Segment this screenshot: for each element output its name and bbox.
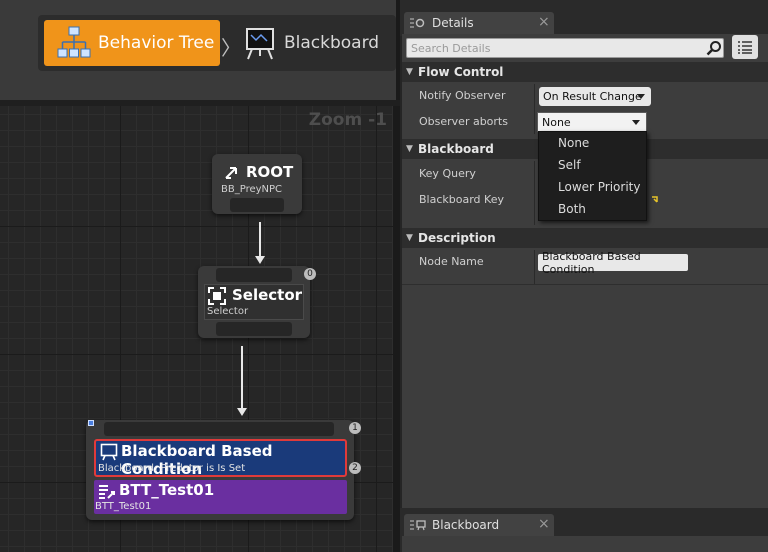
selector-node[interactable]: Selector Selector 0	[198, 266, 316, 338]
root-node[interactable]: ROOT BB_PreyNPC	[212, 154, 302, 214]
category-description-label: Description	[418, 231, 496, 245]
blackboard-key-label: Blackboard Key	[419, 193, 504, 206]
category-flow-control-label: Flow Control	[418, 65, 504, 79]
wire-arrow	[255, 256, 265, 264]
collapse-arrow-icon: ▼	[406, 233, 413, 243]
selector-input-pin[interactable]	[216, 268, 292, 282]
column-divider[interactable]	[534, 250, 535, 284]
node-name-label: Node Name	[419, 255, 484, 268]
selector-output-pin[interactable]	[216, 322, 292, 336]
task-node-container[interactable]: 1 Blackboard Based Condition Blackboard:…	[86, 420, 361, 520]
decorator-marker-icon	[88, 420, 94, 426]
selector-to-sequence-wire	[241, 346, 243, 408]
collapse-arrow-icon: ▼	[406, 144, 413, 154]
behavior-tree-graph[interactable]: Zoom -1 ROOT BB_PreyNPC Selector Selecto…	[0, 106, 393, 552]
blackboard-mode-label: Blackboard	[284, 33, 380, 53]
notify-observer-combo[interactable]: On Result Change	[539, 87, 651, 106]
behavior-tree-icon	[57, 26, 91, 58]
behavior-tree-mode-button[interactable]: Behavior Tree	[44, 20, 220, 66]
task-title: BTT_Test01	[119, 481, 215, 499]
category-description[interactable]: ▼ Description	[402, 228, 768, 248]
blackboard-tab[interactable]: Blackboard	[404, 514, 554, 536]
node-name-value: Blackboard Based Condition	[542, 249, 641, 276]
category-blackboard-label: Blackboard	[418, 142, 494, 156]
reset-to-default-icon[interactable]	[650, 195, 660, 205]
collapse-arrow-icon: ▼	[406, 67, 413, 77]
root-title: ROOT	[246, 163, 294, 181]
selector-title: Selector	[232, 286, 303, 304]
menu-item-none[interactable]: None	[558, 136, 589, 150]
details-close-icon[interactable]: ×	[538, 14, 550, 30]
search-icon[interactable]	[706, 40, 722, 56]
blackboard-grip-icon	[410, 520, 426, 531]
menu-item-lower-priority[interactable]: Lower Priority	[558, 180, 640, 194]
observer-aborts-value: None	[542, 115, 571, 129]
root-subtitle: BB_PreyNPC	[221, 184, 283, 195]
notify-observer-label: Notify Observer	[419, 89, 506, 102]
zoom-level: Zoom -1	[308, 110, 387, 130]
panel-splitter[interactable]	[393, 106, 400, 552]
blackboard-tab-label: Blackboard	[432, 518, 500, 532]
selector-icon	[208, 287, 226, 305]
task-subtitle: BTT_Test01	[95, 501, 152, 512]
task-btt-test01[interactable]: BTT_Test01 BTT_Test01	[94, 480, 347, 514]
selector-index-badge: 0	[304, 268, 316, 280]
column-divider[interactable]	[534, 161, 535, 225]
menu-item-self[interactable]: Self	[558, 158, 581, 172]
blackboard-icon	[246, 28, 274, 60]
task-input-pin[interactable]	[104, 422, 334, 436]
view-options-button[interactable]	[732, 35, 758, 59]
dropdown-arrow-icon	[632, 120, 640, 125]
key-query-label: Key Query	[419, 167, 476, 180]
description-row-separator	[402, 284, 768, 285]
root-icon	[225, 167, 237, 179]
dropdown-arrow-icon	[637, 94, 645, 99]
notify-observer-value: On Result Change	[543, 90, 642, 103]
menu-item-both[interactable]: Both	[558, 202, 586, 216]
observer-aborts-menu: None Self Lower Priority Both	[538, 131, 647, 221]
behavior-tree-mode-label: Behavior Tree	[98, 33, 215, 53]
root-output-pin[interactable]	[230, 198, 284, 212]
wire-arrow	[237, 408, 247, 416]
root-to-selector-wire	[259, 222, 261, 256]
chevron-right-icon: 〉	[221, 36, 241, 60]
sequence-index-badge: 1	[349, 422, 361, 434]
observer-aborts-label: Observer aborts	[419, 115, 508, 128]
blackboard-condition-icon	[100, 443, 118, 461]
condition-subtitle: Blackboard: Predator is Is Set	[98, 463, 246, 474]
task-icon	[99, 485, 115, 499]
column-divider[interactable]	[534, 84, 535, 134]
condition-index-badge: 2	[349, 462, 361, 474]
selector-subtitle: Selector	[207, 306, 249, 317]
blackboard-panel	[402, 536, 768, 552]
node-name-field[interactable]: Blackboard Based Condition	[538, 250, 688, 276]
list-view-icon	[738, 41, 752, 54]
blackboard-condition-decorator[interactable]: Blackboard Based Condition Blackboard: P…	[94, 439, 347, 478]
observer-aborts-combo[interactable]: None	[537, 112, 647, 132]
details-tab-label: Details	[432, 16, 474, 30]
category-flow-control[interactable]: ▼ Flow Control	[402, 62, 768, 82]
blackboard-close-icon[interactable]: ×	[538, 516, 550, 532]
details-tab[interactable]: Details	[404, 12, 554, 34]
details-grip-icon	[410, 18, 425, 28]
search-details-input[interactable]	[406, 38, 724, 58]
blackboard-mode-button[interactable]: Blackboard	[244, 20, 394, 66]
